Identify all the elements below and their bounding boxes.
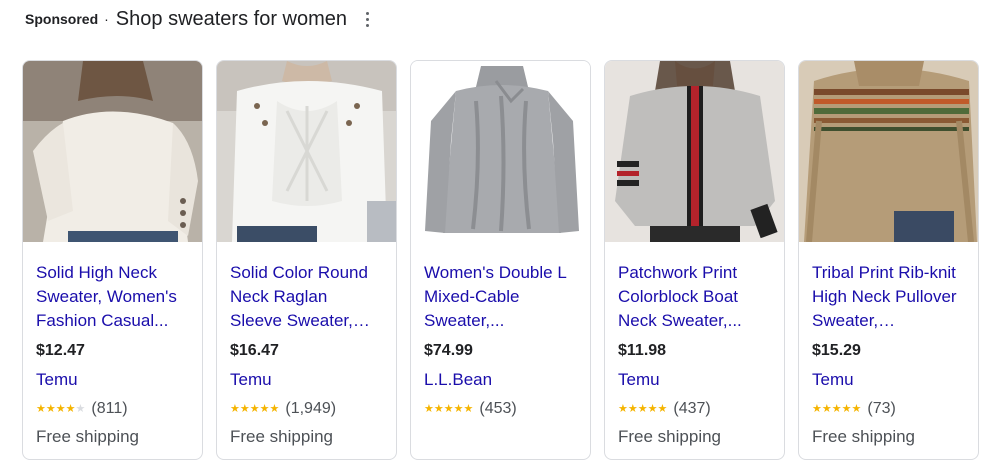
product-rating: ★ ★ ★ ★ ★ (73)	[812, 399, 965, 419]
product-carousel: Solid High Neck Sweater, Women's Fashion…	[22, 60, 979, 460]
product-card[interactable]: Women's Double L Mixed-Cable Sweater,...…	[410, 60, 591, 460]
shipping-info: Free shipping	[812, 427, 916, 446]
product-title[interactable]: Women's Double L Mixed-Cable Sweater,...	[424, 261, 577, 333]
product-rating: ★ ★ ★ ★ ★ (811)	[36, 399, 189, 419]
review-count: (437)	[673, 400, 711, 417]
shipping-info: Free shipping	[230, 427, 334, 446]
product-image[interactable]	[799, 61, 978, 242]
product-rating: ★ ★ ★ ★ ★ (1,949)	[230, 399, 383, 419]
star-rating-icon: ★ ★ ★ ★ ★	[230, 402, 280, 415]
shipping-info: Free shipping	[36, 427, 140, 446]
product-card[interactable]: Tribal Print Rib-knit High Neck Pullover…	[798, 60, 979, 460]
product-image[interactable]	[217, 61, 396, 242]
product-seller[interactable]: Temu	[230, 370, 383, 390]
product-seller[interactable]: Temu	[36, 370, 189, 390]
sponsored-label: Sponsored	[25, 11, 99, 27]
product-price: $74.99	[424, 342, 473, 359]
shipping-info: Free shipping	[618, 427, 722, 446]
product-price: $12.47	[36, 342, 85, 359]
product-title[interactable]: Tribal Print Rib-knit High Neck Pullover…	[812, 261, 965, 333]
product-price: $11.98	[618, 342, 667, 359]
star-rating-icon: ★ ★ ★ ★ ★	[618, 402, 668, 415]
review-count: (73)	[867, 400, 896, 417]
product-price: $16.47	[230, 342, 279, 359]
product-price: $15.29	[812, 342, 861, 359]
product-image[interactable]	[23, 61, 202, 242]
product-image[interactable]	[605, 61, 784, 242]
product-rating: ★ ★ ★ ★ ★ (453)	[424, 399, 577, 419]
star-rating-icon: ★ ★ ★ ★ ★	[36, 402, 86, 415]
product-title[interactable]: Solid High Neck Sweater, Women's Fashion…	[36, 261, 189, 333]
product-seller[interactable]: L.L.Bean	[424, 370, 577, 390]
product-rating: ★ ★ ★ ★ ★ (437)	[618, 399, 771, 419]
section-title: Shop sweaters for women	[115, 7, 348, 30]
star-rating-icon: ★ ★ ★ ★ ★	[424, 402, 474, 415]
product-image[interactable]	[411, 61, 590, 242]
product-seller[interactable]: Temu	[812, 370, 965, 390]
product-title[interactable]: Patchwork Print Colorblock Boat Neck Swe…	[618, 261, 771, 333]
product-card[interactable]: Solid High Neck Sweater, Women's Fashion…	[22, 60, 203, 460]
sponsored-header: Sponsored · Shop sweaters for women	[25, 6, 375, 32]
product-seller[interactable]: Temu	[618, 370, 771, 390]
header-separator: ·	[104, 11, 109, 27]
product-title[interactable]: Solid Color Round Neck Raglan Sleeve Swe…	[230, 261, 383, 333]
star-rating-icon: ★ ★ ★ ★ ★	[812, 402, 862, 415]
review-count: (1,949)	[285, 400, 337, 417]
review-count: (453)	[479, 400, 517, 417]
more-vertical-icon[interactable]	[359, 8, 375, 30]
product-card[interactable]: Solid Color Round Neck Raglan Sleeve Swe…	[216, 60, 397, 460]
review-count: (811)	[91, 400, 128, 417]
product-card[interactable]: Patchwork Print Colorblock Boat Neck Swe…	[604, 60, 785, 460]
